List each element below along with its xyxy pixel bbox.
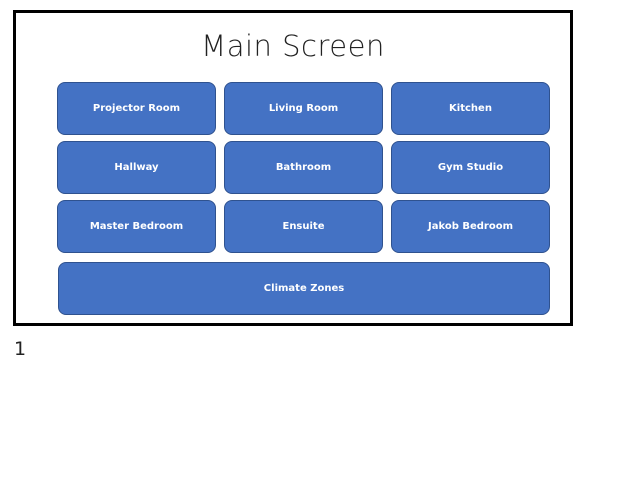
room-button-gym-studio[interactable]: Gym Studio [391, 141, 550, 194]
room-button-bathroom[interactable]: Bathroom [224, 141, 383, 194]
room-button-kitchen[interactable]: Kitchen [391, 82, 550, 135]
room-button-jakob-bedroom[interactable]: Jakob Bedroom [391, 200, 550, 253]
room-button-ensuite[interactable]: Ensuite [224, 200, 383, 253]
room-button-master-bedroom[interactable]: Master Bedroom [57, 200, 216, 253]
screen-title: Main Screen [201, 29, 385, 63]
climate-zones-button[interactable]: Climate Zones [58, 262, 550, 315]
room-button-hallway[interactable]: Hallway [57, 141, 216, 194]
main-screen-frame: Main Screen Projector Room Living Room K… [13, 10, 573, 326]
room-button-projector-room[interactable]: Projector Room [57, 82, 216, 135]
room-button-living-room[interactable]: Living Room [224, 82, 383, 135]
page-number: 1 [14, 338, 27, 360]
